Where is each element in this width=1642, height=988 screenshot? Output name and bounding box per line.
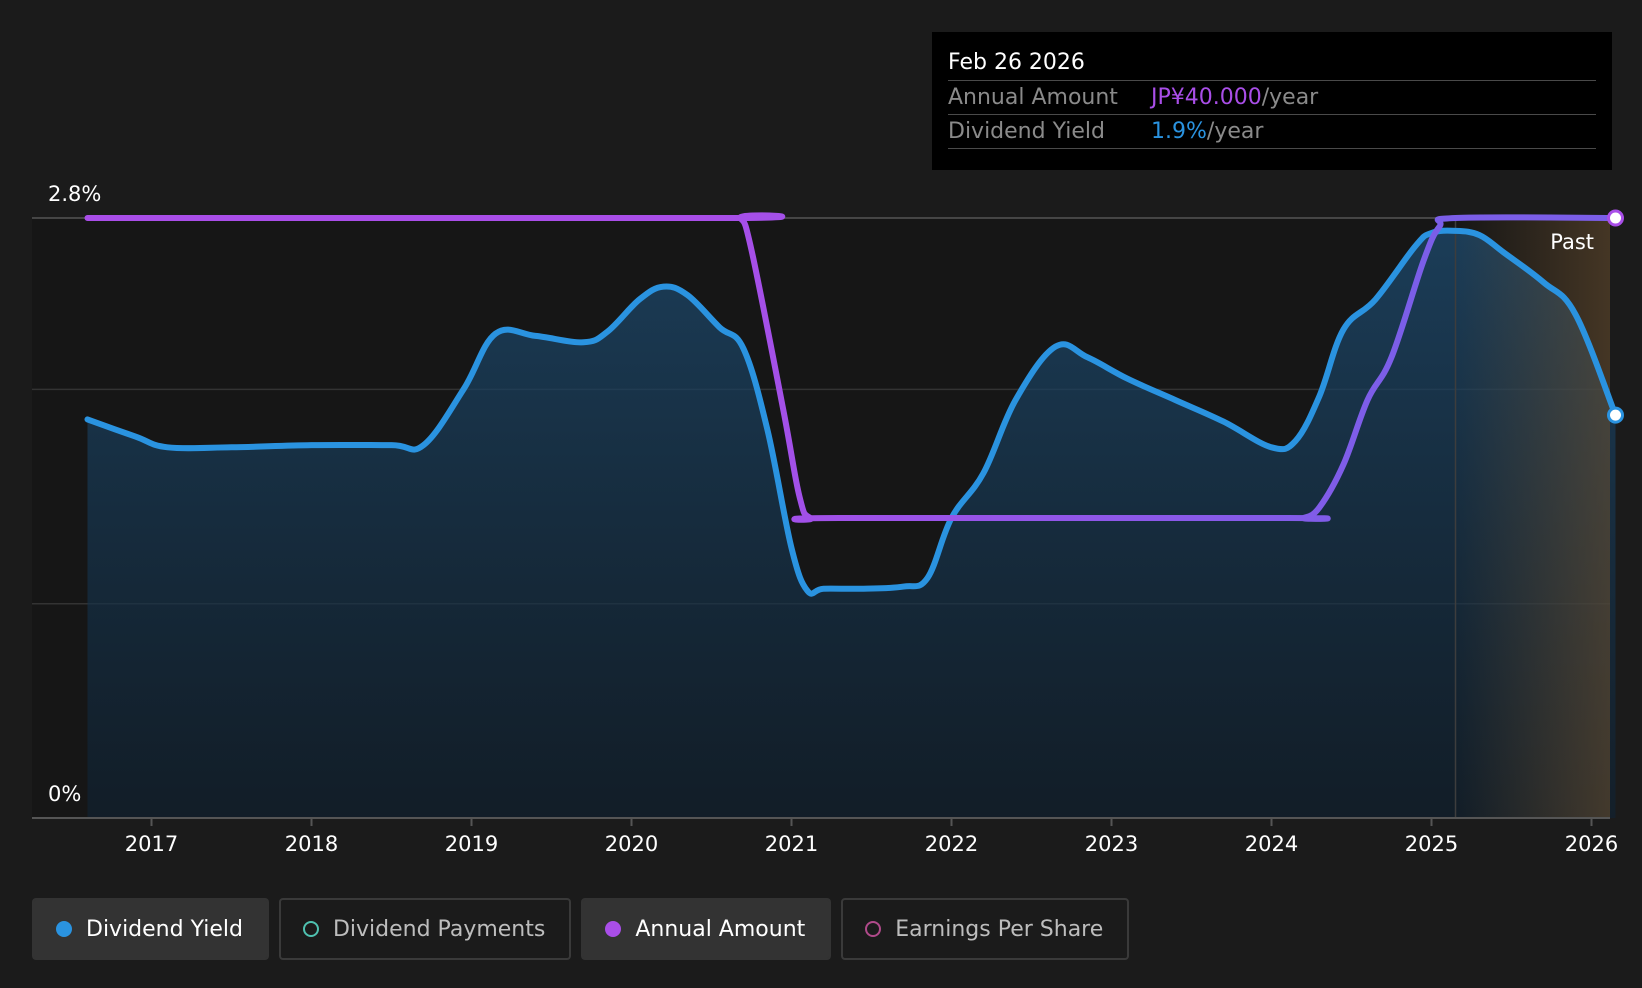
- x-tick-label: 2018: [285, 832, 338, 856]
- x-tick-label: 2017: [125, 832, 178, 856]
- tooltip-value-number: 1.9%: [1151, 119, 1207, 144]
- tooltip-date: Feb 26 2026: [948, 46, 1596, 81]
- tooltip-panel: Feb 26 2026 Annual Amount JP¥40.000/year…: [932, 32, 1612, 170]
- legend-item-dividend-payments[interactable]: Dividend Payments: [278, 898, 572, 960]
- tooltip-label: Annual Amount: [948, 85, 1118, 110]
- earnings-per-share-dot-icon: [865, 921, 882, 937]
- x-tick-label: 2020: [605, 832, 658, 856]
- legend-label: Dividend Yield: [86, 916, 243, 942]
- x-tick-label: 2019: [445, 832, 498, 856]
- tooltip-row-annual-amount: Annual Amount JP¥40.000/year: [948, 81, 1596, 115]
- tooltip-row-dividend-yield: Dividend Yield 1.9%/year: [948, 115, 1596, 149]
- x-tick-label: 2025: [1405, 832, 1458, 856]
- legend-item-earnings-per-share[interactable]: Earnings Per Share: [841, 898, 1130, 960]
- x-tick-label: 2024: [1245, 832, 1298, 856]
- tooltip-value-number: JP¥40.000: [1151, 85, 1262, 110]
- dividend-yield-dot-icon: [56, 921, 72, 937]
- annual-amount-dot-icon: [605, 921, 622, 937]
- forecast-shading: [1455, 218, 1610, 818]
- tooltip-value: 1.9%/year: [1151, 115, 1263, 148]
- past-label: Past: [1550, 230, 1594, 254]
- y-tick-label-top: 2.8%: [48, 182, 101, 206]
- y-tick-label-bottom: 0%: [48, 782, 81, 806]
- tooltip-value-unit: /year: [1261, 85, 1319, 110]
- legend-label: Annual Amount: [635, 916, 806, 942]
- tooltip-value: JP¥40.000/year: [1151, 81, 1318, 114]
- dividend-payments-dot-icon: [302, 921, 319, 937]
- tooltip-label: Dividend Yield: [948, 119, 1105, 144]
- legend-item-dividend-yield[interactable]: Dividend Yield: [32, 898, 269, 960]
- x-tick-label: 2021: [765, 832, 818, 856]
- dividend-chart-widget: Past 2017 2018 2019 2020 2021 2022 2023 2024 202…: [0, 0, 1642, 988]
- tooltip-value-unit: /year: [1206, 119, 1264, 144]
- x-tick-label: 2026: [1565, 832, 1618, 856]
- dividend-yield-end-point: [1607, 406, 1624, 424]
- legend-item-annual-amount[interactable]: Annual Amount: [581, 898, 832, 960]
- legend: Dividend Yield Dividend Payments Annual …: [32, 898, 1130, 960]
- annual-amount-end-point: [1607, 209, 1624, 227]
- x-tick-label: 2023: [1085, 832, 1138, 856]
- x-tick-label: 2022: [925, 832, 978, 856]
- legend-label: Earnings Per Share: [895, 916, 1104, 942]
- legend-label: Dividend Payments: [332, 916, 546, 942]
